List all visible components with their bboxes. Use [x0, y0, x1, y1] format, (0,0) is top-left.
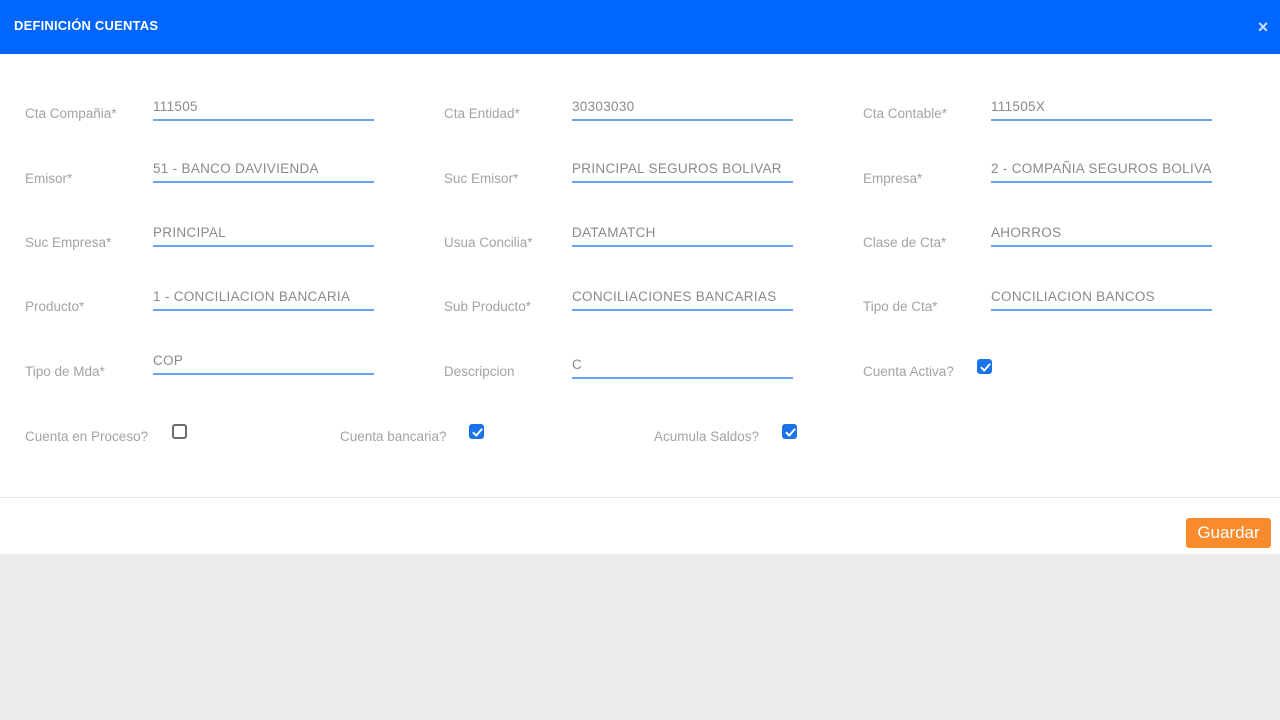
descripcion-value: C — [572, 357, 583, 372]
footer-divider — [0, 497, 1280, 498]
usua-concilia-value: DATAMATCH — [572, 225, 656, 240]
suc-emisor-input[interactable]: PRINCIPAL SEGUROS BOLIVAR — [572, 159, 793, 183]
cuenta-en-proceso-label: Cuenta en Proceso? — [25, 429, 149, 444]
sub-producto-label: Sub Producto* — [444, 299, 532, 314]
producto-input[interactable]: 1 - CONCILIACION BANCARIA — [153, 287, 374, 311]
cta-compania-label: Cta Compañia* — [25, 106, 117, 121]
cuenta-bancaria-checkbox[interactable] — [469, 424, 484, 439]
emisor-label: Emisor* — [25, 171, 73, 186]
usua-concilia-label: Usua Concilia* — [444, 235, 533, 250]
emisor-input[interactable]: 51 - BANCO DAVIVIENDA — [153, 159, 374, 183]
producto-label: Producto* — [25, 299, 85, 314]
emisor-value: 51 - BANCO DAVIVIENDA — [153, 161, 319, 176]
empresa-value: 2 - COMPAÑIA SEGUROS BOLIVAR — [991, 161, 1212, 176]
producto-value: 1 - CONCILIACION BANCARIA — [153, 289, 351, 304]
modal-header: DEFINICIÓN CUENTAS × — [0, 0, 1280, 54]
modal-title: DEFINICIÓN CUENTAS — [14, 18, 159, 33]
cuenta-activa-label: Cuenta Activa? — [863, 364, 954, 379]
cta-entidad-input[interactable]: 30303030 — [572, 97, 793, 121]
save-button[interactable]: Guardar — [1186, 518, 1271, 548]
sub-producto-value: CONCILIACIONES BANCARIAS — [572, 289, 777, 304]
tipo-mda-label: Tipo de Mda* — [25, 364, 105, 379]
sub-producto-input[interactable]: CONCILIACIONES BANCARIAS — [572, 287, 793, 311]
suc-empresa-input[interactable]: PRINCIPAL — [153, 223, 374, 247]
cta-compania-input[interactable]: 111505 — [153, 97, 374, 121]
empresa-label: Empresa* — [863, 171, 923, 186]
cta-entidad-value: 30303030 — [572, 99, 635, 114]
check-icon — [980, 363, 991, 372]
cuenta-activa-checkbox[interactable] — [977, 359, 992, 374]
clase-cta-input[interactable]: AHORROS — [991, 223, 1212, 247]
cuenta-bancaria-label: Cuenta bancaria? — [340, 429, 447, 444]
tipo-mda-value: COP — [153, 353, 184, 368]
check-icon — [472, 428, 483, 437]
cta-contable-label: Cta Contable* — [863, 106, 948, 121]
descripcion-input[interactable]: C — [572, 355, 793, 379]
suc-empresa-value: PRINCIPAL — [153, 225, 226, 240]
close-icon[interactable]: × — [1254, 18, 1272, 36]
clase-cta-label: Clase de Cta* — [863, 235, 947, 250]
descripcion-label: Descripcion — [444, 364, 515, 379]
check-icon — [785, 428, 796, 437]
cta-compania-value: 111505 — [153, 99, 198, 114]
tipo-cta-label: Tipo de Cta* — [863, 299, 938, 314]
suc-emisor-label: Suc Emisor* — [444, 171, 519, 186]
cta-contable-input[interactable]: 111505X — [991, 97, 1212, 121]
usua-concilia-input[interactable]: DATAMATCH — [572, 223, 793, 247]
acumula-saldos-checkbox[interactable] — [782, 424, 797, 439]
suc-empresa-label: Suc Empresa* — [25, 235, 112, 250]
empresa-input[interactable]: 2 - COMPAÑIA SEGUROS BOLIVAR — [991, 159, 1212, 183]
cuenta-en-proceso-checkbox[interactable] — [172, 424, 187, 439]
cta-entidad-label: Cta Entidad* — [444, 106, 520, 121]
tipo-cta-input[interactable]: CONCILIACION BANCOS — [991, 287, 1212, 311]
acumula-saldos-label: Acumula Saldos? — [654, 429, 760, 444]
clase-cta-value: AHORROS — [991, 225, 1062, 240]
tipo-mda-input[interactable]: COP — [153, 351, 374, 375]
account-definition-modal: DEFINICIÓN CUENTAS × Cta Compañia* 11150… — [0, 0, 1280, 554]
cta-contable-value: 111505X — [991, 99, 1046, 114]
tipo-cta-value: CONCILIACION BANCOS — [991, 289, 1155, 304]
suc-emisor-value: PRINCIPAL SEGUROS BOLIVAR — [572, 161, 782, 176]
